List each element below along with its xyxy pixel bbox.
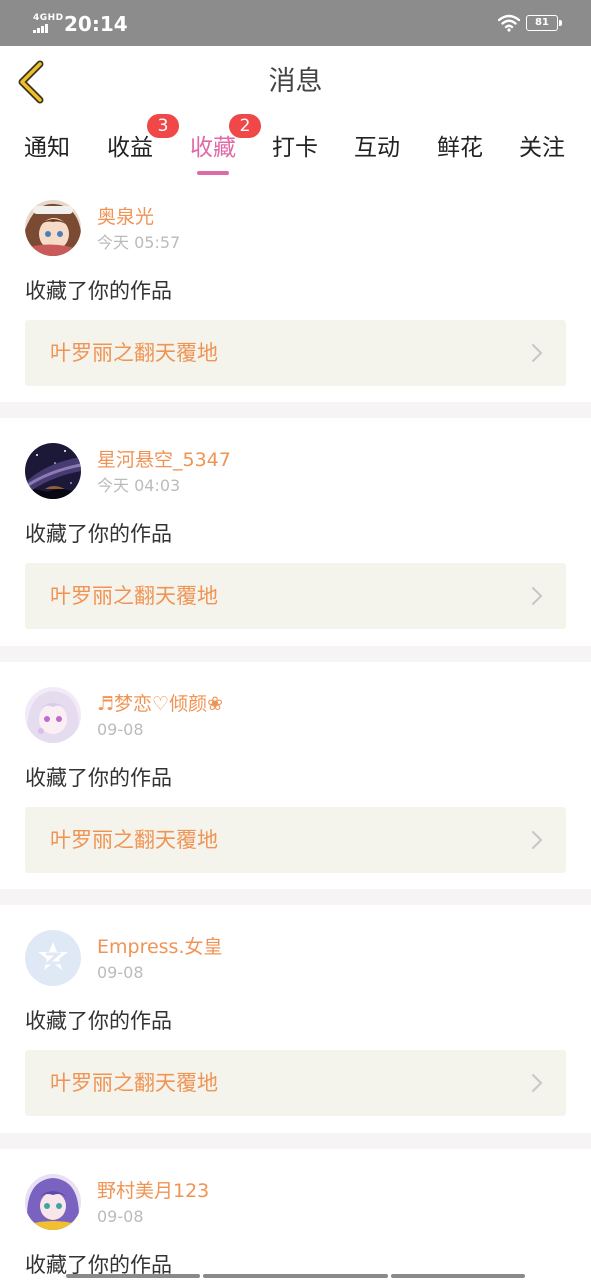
action-text: 收藏了你的作品 [25,1009,172,1033]
action-text: 收藏了你的作品 [25,766,172,790]
divider [0,889,591,905]
signal-icon [33,24,49,33]
timestamp: 09-08 [97,963,144,982]
avatar[interactable] [25,930,81,986]
galaxy-avatar [25,443,81,499]
work-link[interactable]: 叶罗丽之翻天覆地 [25,563,566,629]
username[interactable]: 星河悬空_5347 [97,447,231,473]
avatar[interactable] [25,443,81,499]
tab-label: 关注 [519,135,565,161]
avatar[interactable] [25,687,81,743]
page-title: 消息 [268,66,323,97]
timestamp: 今天 05:57 [97,233,181,252]
list-item: 奥泉光 今天 05:57 收藏了你的作品 叶罗丽之翻天覆地 [0,200,591,402]
tab-flowers[interactable]: 鲜花 [437,126,487,178]
username[interactable]: 奥泉光 [97,204,154,230]
work-title: 叶罗丽之翻天覆地 [50,584,218,608]
status-bar: 4GHD 20:14 81 [0,0,591,46]
tab-follows[interactable]: 关注 [519,126,569,178]
work-title: 叶罗丽之翻天覆地 [50,341,218,365]
list-item: ♬梦恋♡倾颜❀ 09-08 收藏了你的作品 叶罗丽之翻天覆地 [0,687,591,889]
work-link[interactable]: 叶罗丽之翻天覆地 [25,320,566,386]
default-qzone-avatar [25,930,81,986]
timestamp: 09-08 [97,1207,144,1226]
tab-favorites[interactable]: 收藏 2 [190,114,261,178]
network-type: 4GHD [33,13,64,23]
chevron-right-icon [532,1074,543,1092]
action-text: 收藏了你的作品 [25,279,172,303]
avatar[interactable] [25,1174,81,1230]
anime-girl-avatar [25,200,81,256]
timestamp: 今天 04:03 [97,476,181,495]
unread-badge: 3 [147,114,179,138]
action-text: 收藏了你的作品 [25,522,172,546]
status-time: 20:14 [64,12,128,36]
home-indicator [203,1274,388,1278]
username[interactable]: ♬梦恋♡倾颜❀ [97,691,223,717]
tab-notifications[interactable]: 通知 [24,126,74,178]
chevron-right-icon [532,587,543,605]
avatar[interactable] [25,200,81,256]
work-title: 叶罗丽之翻天覆地 [50,828,218,852]
work-link[interactable]: 叶罗丽之翻天覆地 [25,807,566,873]
timestamp: 09-08 [97,720,144,739]
tab-earnings[interactable]: 收益 3 [107,114,179,178]
tab-label: 打卡 [272,135,318,161]
anime-girl-purple-hair-avatar [25,1174,81,1230]
tab-label: 互动 [354,135,400,161]
battery-icon: 81 [526,15,562,31]
divider [0,1133,591,1149]
tab-label: 收益 [107,135,153,161]
tab-label: 鲜花 [437,135,483,161]
home-indicator [66,1274,200,1278]
tab-bar: 通知 收益 3 收藏 2 打卡 互动 鲜花 关注 [0,114,591,182]
chevron-right-icon [532,831,543,849]
divider [0,402,591,418]
active-tab-indicator [197,171,229,175]
work-link[interactable]: 叶罗丽之翻天覆地 [25,1050,566,1116]
tab-interactions[interactable]: 互动 [354,126,404,178]
tab-label: 收藏 [190,135,236,161]
tab-checkin[interactable]: 打卡 [272,126,322,178]
home-indicator [391,1274,525,1278]
list-item: 星河悬空_5347 今天 04:03 收藏了你的作品 叶罗丽之翻天覆地 [0,443,591,646]
nav-bar: 消息 [0,46,591,118]
anime-girl-white-hair-avatar [25,687,81,743]
list-item: 野村美月123 09-08 收藏了你的作品 [0,1174,591,1280]
username[interactable]: 野村美月123 [97,1178,209,1204]
divider [0,646,591,662]
list-item: Empress.女皇 09-08 收藏了你的作品 叶罗丽之翻天覆地 [0,930,591,1133]
chevron-right-icon [532,344,543,362]
work-title: 叶罗丽之翻天覆地 [50,1071,218,1095]
tab-label: 通知 [24,135,70,161]
wifi-icon [498,14,520,32]
username[interactable]: Empress.女皇 [97,934,223,960]
unread-badge: 2 [229,114,261,138]
